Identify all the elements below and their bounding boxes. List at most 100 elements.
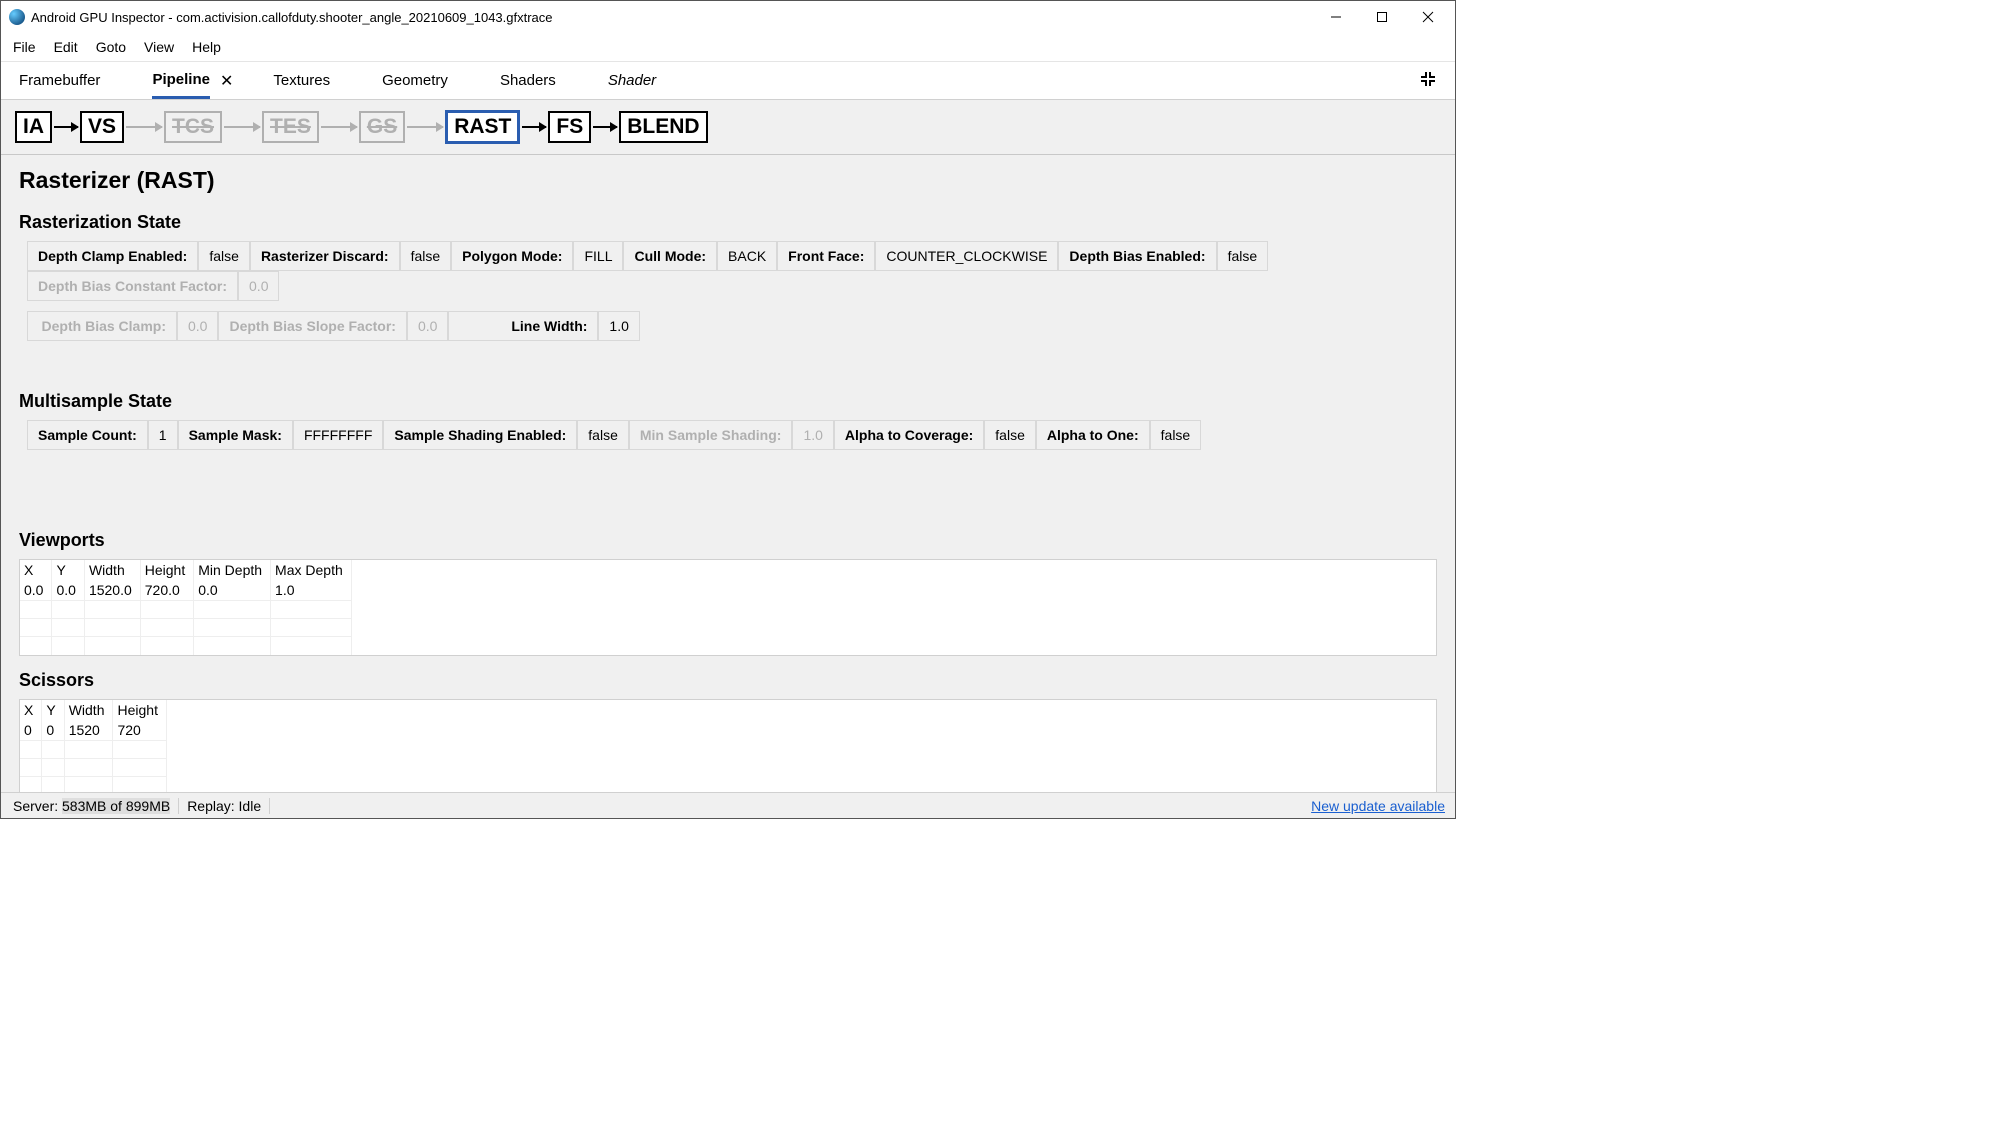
table-row xyxy=(20,740,166,758)
stage-tes[interactable]: TES xyxy=(262,111,319,143)
prop-value: false xyxy=(577,420,629,450)
scissors-table: XYWidthHeight001520720 xyxy=(19,699,1437,793)
prop-label: Alpha to Coverage: xyxy=(834,420,984,450)
stage-blend[interactable]: BLEND xyxy=(619,111,707,143)
prop-value: false xyxy=(984,420,1036,450)
scissors-heading: Scissors xyxy=(19,670,1437,691)
prop-value: COUNTER_CLOCKWISE xyxy=(875,241,1058,271)
prop-label: Cull Mode: xyxy=(623,241,717,271)
prop-value: false xyxy=(1150,420,1202,450)
tab-textures[interactable]: Textures xyxy=(273,64,330,97)
update-available-link[interactable]: New update available xyxy=(1311,798,1451,814)
prop-value: FFFFFFFF xyxy=(293,420,383,450)
table-row xyxy=(20,619,351,637)
viewports-heading: Viewports xyxy=(19,530,1437,551)
multisample-state-heading: Multisample State xyxy=(19,391,1437,412)
prop-label: Polygon Mode: xyxy=(451,241,573,271)
table-row[interactable]: 0.00.01520.0720.00.01.0 xyxy=(20,580,351,601)
stage-vs[interactable]: VS xyxy=(80,111,124,143)
stage-tcs[interactable]: TCS xyxy=(164,111,222,143)
stage-ia[interactable]: IA xyxy=(15,111,52,143)
prop-value: FILL xyxy=(573,241,623,271)
prop-value: 0.0 xyxy=(407,311,448,341)
table-header[interactable]: Max Depth xyxy=(271,560,352,580)
table-header[interactable]: Y xyxy=(52,560,84,580)
multisample-props: Sample Count:1Sample Mask:FFFFFFFFSample… xyxy=(27,420,1201,450)
tab-shaders[interactable]: Shaders xyxy=(500,64,556,97)
table-row xyxy=(20,601,351,619)
tab-close-icon[interactable]: ✕ xyxy=(220,71,233,91)
rasterization-props-row2: Depth Bias Clamp:0.0Depth Bias Slope Fac… xyxy=(27,311,640,341)
pipeline-arrow xyxy=(593,126,617,128)
pipeline-arrow xyxy=(224,126,260,128)
table-row xyxy=(20,776,166,792)
menu-goto[interactable]: Goto xyxy=(88,35,134,59)
prop-value: BACK xyxy=(717,241,777,271)
table-row xyxy=(20,758,166,776)
prop-value: false xyxy=(400,241,452,271)
prop-label: Min Sample Shading: xyxy=(629,420,793,450)
menubar: File Edit Goto View Help xyxy=(1,33,1455,62)
content-area: Rasterizer (RAST) Rasterization State De… xyxy=(1,155,1455,792)
rasterization-props-row1: Depth Clamp Enabled:falseRasterizer Disc… xyxy=(27,241,1437,301)
tab-geometry[interactable]: Geometry xyxy=(382,64,448,97)
prop-value: 1 xyxy=(148,420,178,450)
prop-value: 1.0 xyxy=(792,420,833,450)
menu-view[interactable]: View xyxy=(136,35,182,59)
table-header[interactable]: Width xyxy=(64,700,113,720)
tabstrip: Framebuffer Pipeline ✕ Textures Geometry… xyxy=(1,62,1455,100)
prop-label: Depth Bias Enabled: xyxy=(1058,241,1216,271)
prop-label: Line Width: xyxy=(448,311,598,341)
pipeline-arrow xyxy=(407,126,443,128)
table-header[interactable]: X xyxy=(20,700,42,720)
prop-label: Front Face: xyxy=(777,241,875,271)
pipeline-arrow xyxy=(522,126,546,128)
stage-rast[interactable]: RAST xyxy=(445,110,520,144)
tab-pipeline[interactable]: Pipeline xyxy=(152,63,210,99)
menu-file[interactable]: File xyxy=(5,35,44,59)
table-header[interactable]: Min Depth xyxy=(194,560,271,580)
prop-label: Alpha to One: xyxy=(1036,420,1150,450)
pipeline-arrow xyxy=(321,126,357,128)
pipeline-stages: IA VS TCS TES GS RAST FS BLEND xyxy=(1,100,1455,155)
pipeline-arrow xyxy=(126,126,162,128)
tab-framebuffer[interactable]: Framebuffer xyxy=(19,64,100,97)
close-button[interactable] xyxy=(1405,1,1451,33)
table-header[interactable]: Height xyxy=(140,560,193,580)
tab-shader[interactable]: Shader xyxy=(608,64,656,97)
table-header[interactable]: Width xyxy=(84,560,140,580)
prop-value: 0.0 xyxy=(238,271,279,301)
page-title: Rasterizer (RAST) xyxy=(19,167,1437,194)
titlebar: Android GPU Inspector - com.activision.c… xyxy=(1,1,1455,33)
prop-value: 0.0 xyxy=(177,311,218,341)
prop-value: 1.0 xyxy=(598,311,639,341)
app-icon xyxy=(9,9,25,25)
table-row xyxy=(20,637,351,655)
prop-label: Depth Clamp Enabled: xyxy=(27,241,198,271)
prop-label: Sample Count: xyxy=(27,420,148,450)
viewports-table: XYWidthHeightMin DepthMax Depth0.00.0152… xyxy=(19,559,1437,656)
prop-value: false xyxy=(1217,241,1269,271)
prop-label: Rasterizer Discard: xyxy=(250,241,400,271)
prop-label: Depth Bias Clamp: xyxy=(27,311,177,341)
collapse-icon[interactable] xyxy=(1419,70,1437,91)
table-header[interactable]: Height xyxy=(113,700,166,720)
stage-gs[interactable]: GS xyxy=(359,111,405,143)
menu-help[interactable]: Help xyxy=(184,35,229,59)
minimize-button[interactable] xyxy=(1313,1,1359,33)
prop-label: Sample Mask: xyxy=(178,420,293,450)
rasterization-state-heading: Rasterization State xyxy=(19,212,1437,233)
menu-edit[interactable]: Edit xyxy=(46,35,86,59)
prop-label: Sample Shading Enabled: xyxy=(383,420,577,450)
stage-fs[interactable]: FS xyxy=(548,111,591,143)
status-server: Server: 583MB of 899MB xyxy=(5,798,179,814)
statusbar: Server: 583MB of 899MB Replay: Idle New … xyxy=(1,792,1455,818)
maximize-button[interactable] xyxy=(1359,1,1405,33)
prop-label: Depth Bias Slope Factor: xyxy=(218,311,406,341)
table-header[interactable]: Y xyxy=(42,700,64,720)
table-row[interactable]: 001520720 xyxy=(20,720,166,741)
status-replay: Replay: Idle xyxy=(179,798,270,814)
window-title: Android GPU Inspector - com.activision.c… xyxy=(31,10,1313,25)
prop-value: false xyxy=(198,241,250,271)
table-header[interactable]: X xyxy=(20,560,52,580)
